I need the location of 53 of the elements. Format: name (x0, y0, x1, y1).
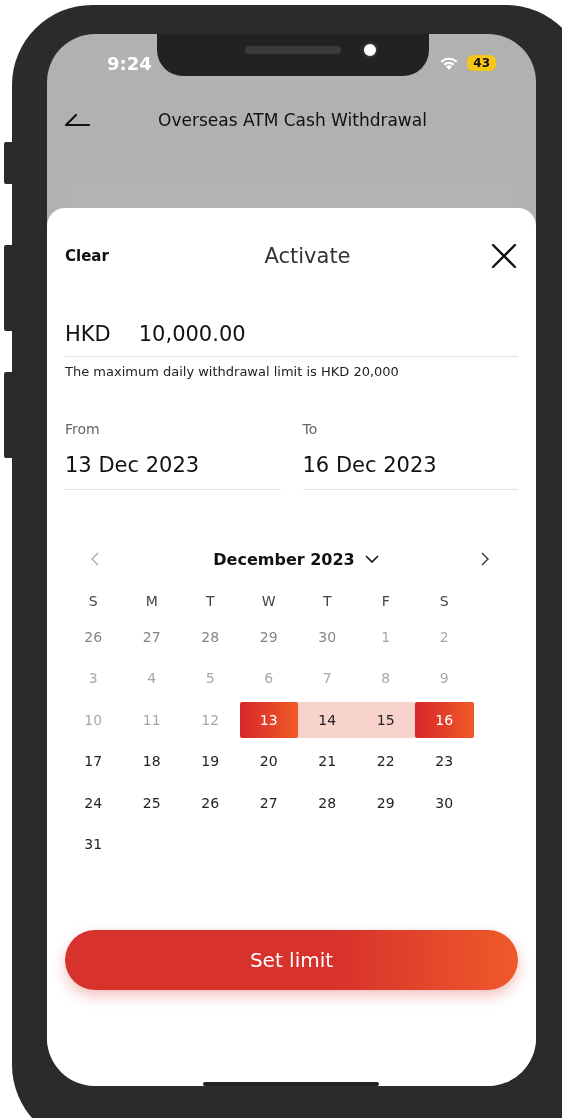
calendar-day[interactable]: 31 (64, 826, 123, 863)
calendar-day[interactable]: 18 (122, 743, 181, 780)
caret-icon[interactable] (364, 555, 379, 563)
wifi-icon (439, 55, 460, 71)
weekday-label: T (321, 592, 333, 611)
date-label: To (302, 421, 319, 437)
calendar-day[interactable]: 28 (181, 618, 240, 655)
date-value: 13 Dec 2023 (65, 453, 201, 477)
next-month-icon[interactable] (481, 552, 489, 566)
calendar-day[interactable]: 26 (181, 784, 240, 821)
sheet-title: Activate (263, 244, 352, 268)
calendar-day[interactable]: 28 (298, 784, 357, 821)
close-button[interactable] (490, 242, 518, 270)
status-time: 9:24 (107, 52, 152, 74)
calendar-day[interactable]: 20 (239, 743, 298, 780)
calendar-day[interactable]: 30 (298, 618, 357, 655)
calendar-day[interactable]: 13 (239, 701, 298, 738)
calendar-day[interactable]: 14 (298, 701, 357, 738)
month-selector[interactable]: December 2023 (213, 549, 355, 569)
weekday-label: S (87, 592, 99, 611)
calendar-day[interactable]: 24 (64, 784, 123, 821)
date-label: From (65, 421, 101, 437)
weekday-label: M (144, 592, 159, 611)
weekday-label: S (438, 592, 450, 611)
calendar-day[interactable]: 17 (64, 743, 123, 780)
weekday-label: W (260, 592, 277, 611)
set-limit-button[interactable]: Set limit (65, 930, 518, 990)
battery-indicator: 43 (467, 55, 496, 71)
calendar-day[interactable]: 29 (239, 618, 298, 655)
limit-note: The maximum daily withdrawal limit is HKD 20,000 (65, 364, 400, 379)
calendar-day[interactable]: 23 (415, 743, 474, 780)
clear-button[interactable]: Clear (65, 247, 125, 265)
back-icon[interactable] (65, 113, 91, 127)
calendar-day[interactable]: 30 (415, 784, 474, 821)
calendar-day[interactable]: 27 (239, 784, 298, 821)
calendar-day[interactable]: 15 (356, 701, 415, 738)
calendar-day[interactable]: 19 (181, 743, 240, 780)
calendar-day[interactable]: 16 (415, 701, 474, 738)
date-field[interactable]: From 13 Dec 2023 (65, 421, 281, 490)
weekday-label: T (204, 592, 216, 611)
calendar-day[interactable]: 22 (356, 743, 415, 780)
calendar-day[interactable]: 27 (122, 618, 181, 655)
date-field[interactable]: To 16 Dec 2023 (302, 421, 518, 490)
page-title: Overseas ATM Cash Withdrawal (157, 110, 428, 130)
currency-label: HKD (65, 322, 111, 346)
date-value: 16 Dec 2023 (302, 453, 438, 477)
calendar-day[interactable]: 25 (122, 784, 181, 821)
calendar-day[interactable]: 26 (64, 618, 123, 655)
calendar-day[interactable]: 29 (356, 784, 415, 821)
amount-value: 10,000.00 (138, 322, 246, 346)
weekday-label: F (380, 592, 391, 611)
amount-field[interactable]: HKD 10,000.00 (65, 322, 518, 357)
calendar-day[interactable]: 21 (298, 743, 357, 780)
